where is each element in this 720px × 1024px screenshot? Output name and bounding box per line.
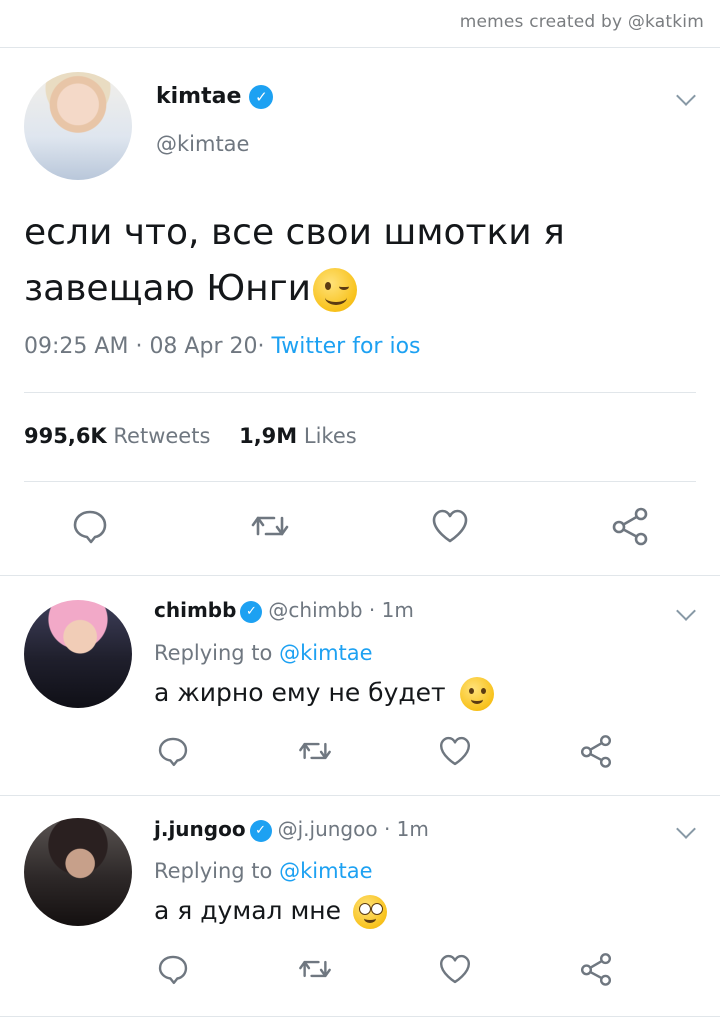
share-icon[interactable] (608, 504, 652, 548)
meta-separator: · (257, 334, 265, 359)
replying-to-link[interactable]: @kimtae (279, 641, 372, 665)
replying-to-link[interactable]: @kimtae (279, 859, 372, 883)
chevron-down-icon[interactable] (676, 819, 696, 839)
reply-divider (0, 795, 720, 796)
reply-divider (0, 1016, 720, 1017)
tweet-text-line-content: завещаю Юнги (24, 268, 311, 309)
share-icon[interactable] (577, 732, 615, 770)
tweet-divider (0, 575, 720, 576)
avatar[interactable] (24, 600, 132, 708)
reply-text-content: а жирно ему не будет (154, 678, 446, 707)
meta-divider (24, 392, 696, 393)
winking-face-icon (313, 268, 357, 312)
replying-to: Replying to @kimtae (154, 859, 373, 883)
heart-icon[interactable] (428, 504, 472, 548)
retweet-icon[interactable] (296, 732, 334, 770)
replying-label: Replying to (154, 859, 273, 883)
tweet-text-line: если что, все свои шмотки я (24, 212, 565, 253)
author-handle[interactable]: @kimtae (156, 132, 249, 156)
reply-text-content: а я думал мне (154, 896, 342, 925)
credit-text: memes created by @katkim (459, 12, 704, 32)
reply-author-handle[interactable]: @j.jungoo (278, 817, 378, 841)
tweet-date: 08 Apr 20 (149, 334, 258, 359)
reply-text: а я думал мне (154, 895, 387, 929)
reply-header: j.jungoo ✓ @j.jungoo · 1m (154, 817, 429, 842)
tweet-time: 09:25 AM (24, 334, 129, 359)
retweet-icon[interactable] (296, 950, 334, 988)
face-with-raised-eyebrow-icon (459, 677, 494, 711)
retweets-label: Retweets (113, 424, 211, 448)
retweets-count: 995,6K (24, 424, 107, 448)
reply-author-handle[interactable]: @chimbb (268, 598, 362, 622)
header-divider (0, 47, 720, 48)
heart-icon[interactable] (436, 950, 474, 988)
reply-age: 1m (396, 817, 429, 841)
stats-divider (24, 481, 696, 482)
avatar[interactable] (24, 818, 132, 926)
verified-badge-icon: ✓ (249, 819, 272, 842)
avatar[interactable] (24, 72, 132, 180)
reply-age: 1m (381, 598, 414, 622)
tweet-text-line: завещаю Юнги (24, 261, 664, 317)
reply-icon[interactable] (154, 950, 192, 988)
chevron-down-icon[interactable] (676, 86, 696, 106)
reply-text: а жирно ему не будет (154, 677, 494, 711)
share-icon[interactable] (577, 950, 615, 988)
chevron-down-icon[interactable] (676, 601, 696, 621)
reply-header: chimbb ✓ @chimbb · 1m (154, 598, 414, 623)
face-with-rolling-eyes-icon (352, 895, 387, 929)
meta-separator: · (135, 334, 143, 359)
tweet-stats: 995,6K Retweets 1,9M Likes (24, 424, 357, 448)
likes-count: 1,9M (239, 424, 298, 448)
retweets-stat[interactable]: 995,6K Retweets (24, 424, 210, 448)
reply-author-name[interactable]: chimbb (154, 598, 236, 622)
likes-stat[interactable]: 1,9M Likes (239, 424, 357, 448)
retweet-icon[interactable] (248, 504, 292, 548)
author-name-text: kimtae (156, 84, 242, 109)
replying-to: Replying to @kimtae (154, 641, 373, 665)
tweet-meta: 09:25 AM · 08 Apr 20· Twitter for ios (24, 334, 421, 359)
heart-icon[interactable] (436, 732, 474, 770)
likes-label: Likes (303, 424, 357, 448)
tweet-client-link[interactable]: Twitter for ios (271, 334, 420, 359)
reply-icon[interactable] (154, 732, 192, 770)
author-name[interactable]: kimtae ✓ (156, 84, 274, 109)
verified-badge-icon: ✓ (240, 600, 263, 623)
tweet-text: если что, все свои шмотки я завещаю Юнги (24, 205, 664, 317)
reply-author-name[interactable]: j.jungoo (154, 817, 246, 841)
verified-badge-icon: ✓ (249, 85, 274, 109)
reply-icon[interactable] (68, 504, 112, 548)
replying-label: Replying to (154, 641, 273, 665)
